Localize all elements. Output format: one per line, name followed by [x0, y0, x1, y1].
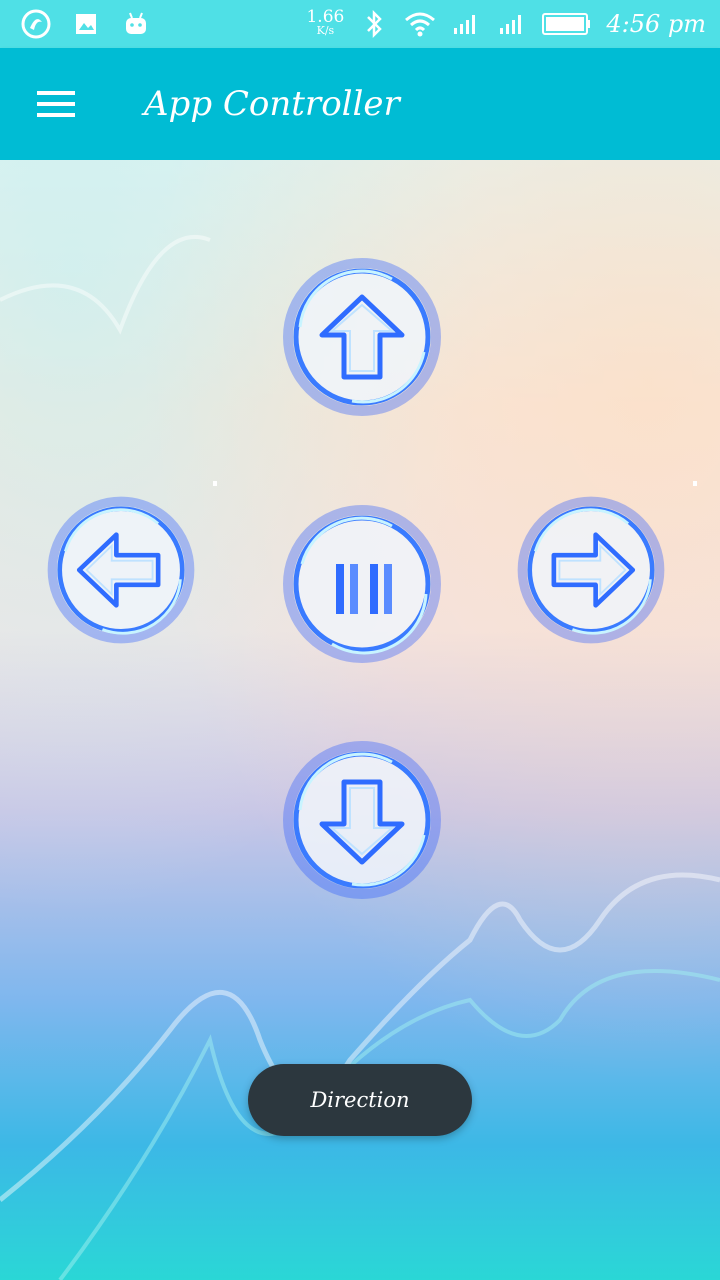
arrow-up-icon: [283, 258, 441, 416]
up-button[interactable]: [283, 258, 441, 416]
marker-dot: [693, 481, 697, 486]
pause-icon: [283, 505, 441, 663]
bluetooth-icon: [358, 8, 390, 40]
status-bar: 1.66 K/s 4:56 pm: [0, 0, 720, 48]
wifi-icon: [404, 8, 436, 40]
menu-button[interactable]: [32, 80, 80, 128]
arrow-left-icon: [47, 496, 195, 644]
arrow-right-icon: [517, 496, 665, 644]
left-button[interactable]: [47, 496, 195, 644]
android-icon: [120, 8, 152, 40]
network-speed: 1.66 K/s: [306, 7, 345, 38]
signal-icon: [450, 8, 482, 40]
right-button[interactable]: [517, 496, 665, 644]
app-bar: App Controller: [0, 48, 720, 160]
hamburger-menu-icon: [37, 91, 75, 117]
pause-button[interactable]: [283, 505, 441, 663]
page-title: App Controller: [144, 84, 400, 124]
marker-dot: [213, 481, 217, 486]
direction-button[interactable]: Direction: [248, 1064, 472, 1136]
battery-icon: [542, 8, 592, 40]
app-logo-icon: [20, 8, 52, 40]
arrow-down-icon: [283, 741, 441, 899]
clock: 4:56 pm: [606, 10, 706, 38]
gallery-icon: [70, 8, 102, 40]
down-button[interactable]: [283, 741, 441, 899]
signal-icon: [496, 8, 528, 40]
